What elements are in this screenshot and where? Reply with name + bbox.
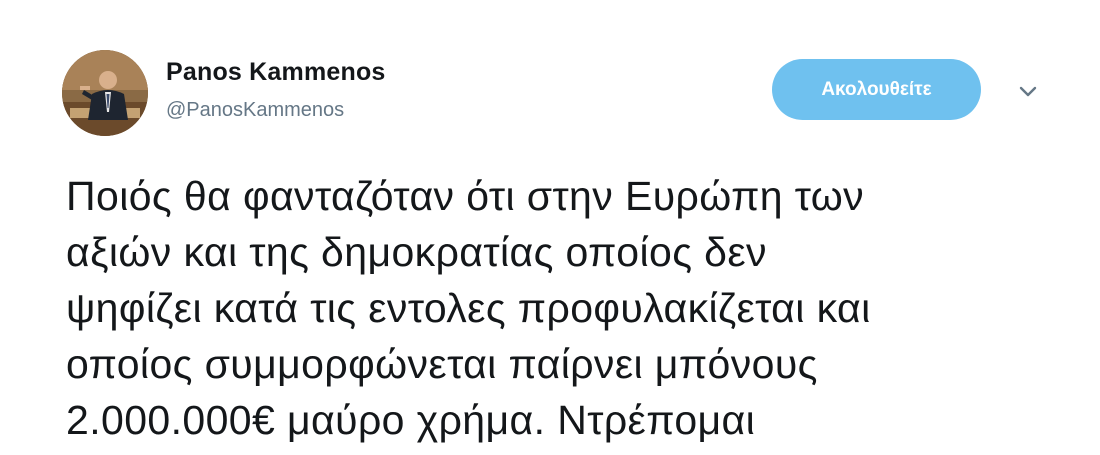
- tweet-text-line: αξιών και της δημοκρατίας οποίος δεν: [66, 229, 767, 275]
- tweet-text: Ποιός θα φανταζόταν ότι στην Ευρώπη των …: [66, 168, 1076, 448]
- avatar[interactable]: [62, 50, 148, 136]
- avatar-photo: [62, 50, 148, 136]
- tweet-text-line: ψηφίζει κατά τις εντολες προφυλακίζεται …: [66, 285, 871, 331]
- tweet-text-line: 2.000.000€ μαύρο χρήμα. Ντρέπομαι: [66, 397, 756, 443]
- user-handle[interactable]: @PanosKammenos: [166, 99, 344, 122]
- following-button[interactable]: Ακολουθείτε: [772, 59, 981, 120]
- chevron-down-icon[interactable]: [1014, 80, 1042, 102]
- tweet-card: Panos Kammenos @PanosKammenos Ακολουθείτ…: [0, 0, 1100, 455]
- display-name[interactable]: Panos Kammenos: [166, 58, 386, 87]
- tweet-text-line: Ποιός θα φανταζόταν ότι στην Ευρώπη των: [66, 173, 865, 219]
- tweet-text-line: οποίος συμμορφώνεται παίρνει μπόνους: [66, 341, 818, 387]
